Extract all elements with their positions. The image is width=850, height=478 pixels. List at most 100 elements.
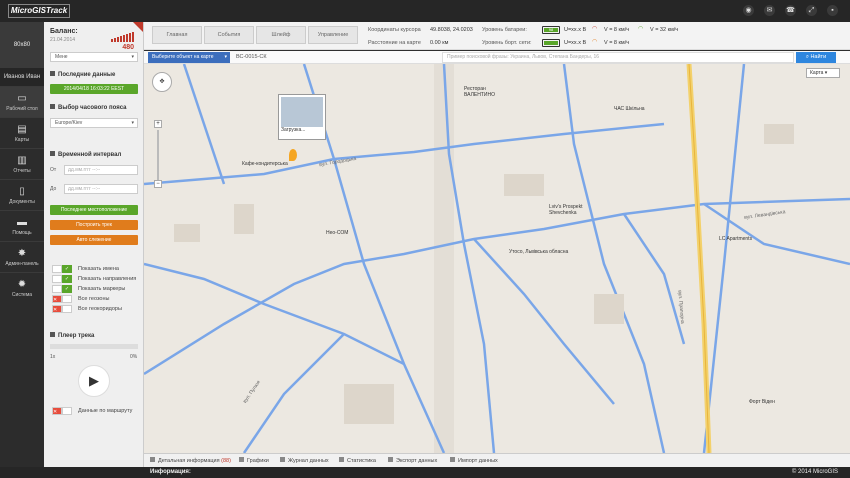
map-label: ЧАС Шкільна — [614, 106, 645, 112]
tab-control[interactable]: Управление — [308, 26, 358, 44]
pan-control-icon[interactable]: ✥ — [152, 72, 172, 92]
popup-photo — [281, 97, 323, 127]
tab-statistics[interactable]: Статистика — [339, 456, 376, 466]
object-select[interactable]: Выберите объект на карте ▾ — [148, 52, 230, 63]
nav-item-admin[interactable]: ✸ Админ-панель — [0, 241, 44, 272]
last-location-button[interactable]: Последнее местоположение — [50, 205, 138, 215]
log-icon — [280, 457, 285, 462]
build-track-button[interactable]: Построить трек — [50, 220, 138, 230]
chat-icon: ▬ — [17, 217, 27, 228]
signal-bars-icon — [111, 32, 134, 42]
top-bar: MicroGISTrack ◉ ✉ ☎ ⤢ ▪ — [0, 0, 850, 22]
zoom-control[interactable]: + − — [154, 120, 162, 200]
vehicle-marker-icon[interactable] — [289, 149, 297, 161]
nav-item-maps[interactable]: ▤ Карты — [0, 117, 44, 148]
track-player-title: Плеер трека — [50, 332, 94, 339]
track-progress-bar[interactable] — [50, 344, 138, 349]
toggle-show-directions[interactable]: ✓ — [52, 275, 72, 283]
left-nav: 80x80 Иванов Иван ▭ Рабочий стол ▤ Карты ▥… — [0, 22, 44, 467]
avatar[interactable]: 80x80 — [0, 22, 44, 68]
map-layer-select[interactable]: Карта ▾ — [806, 68, 840, 78]
map-popup[interactable]: Загрузка... — [278, 94, 326, 140]
map-label: Форт Віден — [749, 399, 775, 405]
from-date-input[interactable]: дд.мм.гггг --:-- — [64, 165, 138, 175]
timezone-title: Выбор часового пояса — [50, 104, 126, 111]
cog-icon: ✹ — [17, 279, 27, 290]
toggle-show-names[interactable]: ✓ — [52, 265, 72, 273]
map-label: Lviv's Prospekt Shevchenka — [549, 204, 583, 216]
timezone-select[interactable]: Europe/Kiev ▾ — [50, 118, 138, 128]
nav-item-documents[interactable]: ▯ Документы — [0, 179, 44, 210]
map-label: Утосо, Львівська обласна — [509, 249, 569, 255]
user-name[interactable]: Иванов Иван — [0, 68, 44, 86]
tab-data-log[interactable]: Журнал данных — [280, 456, 329, 466]
settings-icon[interactable]: ◉ — [743, 5, 754, 16]
clock-icon — [50, 71, 55, 76]
chevron-down-icon: ▾ — [131, 54, 134, 60]
control-panel: Баланс: 21.04.2014 480 Мене ▾ Последние д… — [44, 22, 144, 467]
monitor-icon: ▭ — [17, 93, 27, 104]
chevron-down-icon: ▾ — [224, 54, 227, 60]
calendar-icon — [50, 151, 55, 156]
document-icon: ▯ — [19, 186, 25, 197]
nav-item-system[interactable]: ✹ Система — [0, 272, 44, 303]
clock-icon — [50, 104, 55, 109]
top-section: Главная События Шлейф Управление Координ… — [144, 22, 850, 50]
import-icon — [450, 457, 455, 462]
chart-icon — [239, 457, 244, 462]
balance-block: Баланс: 21.04.2014 480 — [50, 28, 134, 51]
nav-item-reports[interactable]: ▥ Отчеты — [0, 148, 44, 179]
speed-label[interactable]: 1x — [50, 354, 55, 360]
last-data-value: 2014/04/18 16:03:22 EEST — [50, 84, 138, 94]
stats-icon — [339, 457, 344, 462]
search-bar: Выберите объект на карте ▾ ВС-0015-СК При… — [144, 51, 850, 64]
speed-gauge-icon: ◠ — [592, 39, 598, 45]
speed-gauge-icon: ◠ — [592, 26, 598, 32]
battery-icon — [542, 39, 560, 47]
tab-trail[interactable]: Шлейф — [256, 26, 306, 44]
toggle-all-geozones[interactable]: ✕ — [52, 295, 72, 303]
app-logo: MicroGISTrack — [8, 4, 70, 18]
tab-export[interactable]: Экспорт данных — [388, 456, 437, 466]
toggle-route-data[interactable]: ✕ — [52, 407, 72, 415]
find-button[interactable]: ⌕ Найти — [796, 52, 836, 63]
player-icon — [50, 332, 55, 337]
chart-icon: ▥ — [17, 155, 27, 166]
tab-import[interactable]: Импорт данных — [450, 456, 498, 466]
cursor-coords: 49.8038, 24.0203 — [430, 27, 473, 33]
auto-follow-button[interactable]: Авто слежение — [50, 235, 138, 245]
balance-amount: 480 — [122, 44, 134, 51]
gear-icon: ✸ — [17, 248, 27, 259]
zoom-in-icon[interactable]: + — [154, 120, 162, 128]
bottom-tabs: Детальная информация (88) Графики Журнал… — [144, 453, 850, 467]
to-date-input[interactable]: дд.мм.гггг --:-- — [64, 184, 138, 194]
footer: Информация: © 2014 MicroGIS — [144, 467, 850, 478]
export-icon — [388, 457, 393, 462]
zoom-out-icon[interactable]: − — [154, 180, 162, 188]
object-value: ВС-0015-СК — [236, 54, 267, 60]
map-view[interactable]: вул. Городоцька вул. Левандівська вул. П… — [144, 64, 850, 453]
last-data-title: Последние данные — [50, 71, 115, 78]
map-label: Неo-СОМ — [326, 230, 349, 236]
phone-icon[interactable]: ☎ — [785, 5, 796, 16]
nav-item-desktop[interactable]: ▭ Рабочий стол — [0, 86, 44, 117]
zoom-slider[interactable] — [157, 130, 159, 180]
play-button[interactable]: ▶ — [78, 365, 110, 397]
toggle-show-markers[interactable]: ✓ — [52, 285, 72, 293]
tab-charts[interactable]: Графики — [239, 456, 269, 466]
left-footer — [0, 467, 144, 478]
tab-detail-info[interactable]: Детальная информация (88) — [150, 456, 231, 466]
lock-icon[interactable]: ▪ — [827, 5, 838, 16]
search-input[interactable]: Пример поисковой фразы: Украина, Львов, … — [442, 52, 794, 63]
toggle-all-geocorridors[interactable]: ✕ — [52, 305, 72, 313]
battery-icon: 98 — [542, 26, 560, 34]
speed-gauge-icon: ◠ — [638, 26, 644, 32]
tab-events[interactable]: События — [204, 26, 254, 44]
map-label: LC Apartments — [719, 236, 753, 242]
nav-item-help[interactable]: ▬ Помощь — [0, 210, 44, 241]
map-distance: 0.00 км — [430, 40, 449, 46]
tab-main[interactable]: Главная — [152, 26, 202, 44]
mail-icon[interactable]: ✉ — [764, 5, 775, 16]
user-select[interactable]: Мене ▾ — [50, 52, 138, 62]
fullscreen-icon[interactable]: ⤢ — [806, 5, 817, 16]
